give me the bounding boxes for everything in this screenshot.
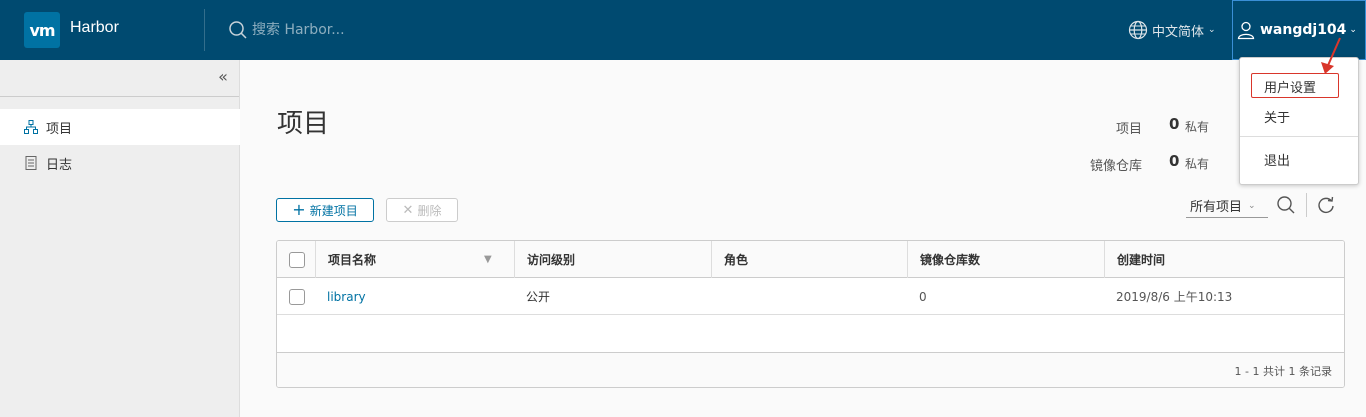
chevron-down-icon: ⌄: [1208, 25, 1216, 35]
sidebar: « 项目 日志: [0, 60, 240, 417]
chevron-down-icon: ⌄: [1349, 25, 1357, 35]
column-label: 创建时间: [1117, 253, 1166, 267]
page-title: 项目: [277, 109, 330, 139]
language-selector[interactable]: 中文简体 ⌄: [1128, 20, 1216, 40]
column-header-created[interactable]: 创建时间: [1104, 241, 1344, 278]
project-filter-value: 所有项目: [1190, 200, 1243, 215]
globe-icon: [1128, 20, 1148, 40]
summary-projects-count: 0: [1169, 115, 1180, 133]
summary-repos-label: 镜像仓库: [1089, 159, 1142, 174]
select-all-cell: [277, 241, 315, 278]
delete-button[interactable]: ✕ 删除: [386, 198, 458, 222]
menu-divider: [1240, 136, 1358, 137]
row-checkbox[interactable]: [289, 288, 305, 305]
app-header: vm Harbor 中文简体 ⌄ wangdj104 ⌄: [0, 0, 1366, 60]
refresh-icon[interactable]: [1316, 195, 1336, 215]
table-header: 项目名称 ▼ 访问级别 角色 镜像仓库数 创建时间: [277, 241, 1344, 278]
project-filter-select[interactable]: 所有项目 ⌄: [1186, 194, 1268, 218]
pagination-summary: 1 - 1 共计 1 条记录: [1234, 365, 1332, 378]
column-label: 镜像仓库数: [920, 253, 981, 267]
search-icon: [229, 21, 247, 39]
creation-time: 2019/8/6 上午10:13: [1116, 290, 1233, 304]
column-label: 访问级别: [527, 253, 576, 267]
column-label: 角色: [724, 253, 749, 267]
sidebar-item-label: 项目: [46, 121, 73, 137]
column-header-repo-count[interactable]: 镜像仓库数: [907, 241, 1104, 278]
summary-repos-count: 0: [1169, 152, 1180, 170]
plus-icon: +: [292, 200, 306, 219]
access-level: 公开: [526, 290, 551, 304]
sidebar-item-label: 日志: [46, 157, 73, 173]
new-project-button[interactable]: + 新建项目: [276, 198, 374, 222]
summary-projects-label: 项目: [1115, 122, 1142, 137]
brand-name[interactable]: Harbor: [70, 19, 119, 37]
projects-table: 项目名称 ▼ 访问级别 角色 镜像仓库数 创建时间 library 公开 0 2…: [276, 240, 1345, 388]
collapse-sidebar-icon[interactable]: «: [212, 66, 234, 88]
summary-repos-private: 私有: [1185, 157, 1210, 171]
chevron-down-icon: ⌄: [1248, 200, 1256, 211]
table-row: library 公开 0 2019/8/6 上午10:13: [277, 278, 1344, 315]
repo-count: 0: [919, 289, 927, 304]
global-search-input[interactable]: [252, 18, 552, 42]
row-select-cell: [277, 278, 315, 315]
project-name-link[interactable]: library: [315, 278, 366, 315]
close-icon: ✕: [402, 202, 414, 218]
search-icon[interactable]: [1276, 195, 1296, 215]
sidebar-item-projects[interactable]: 项目: [0, 109, 240, 145]
column-header-access[interactable]: 访问级别: [514, 241, 711, 278]
table-footer: 1 - 1 共计 1 条记录: [277, 352, 1344, 387]
annotation-arrow-icon: [1321, 37, 1341, 74]
menu-item-about[interactable]: 关于: [1240, 102, 1358, 130]
role: [711, 278, 723, 315]
toolbar-divider: [1306, 193, 1307, 217]
logs-icon: [25, 156, 37, 170]
menu-item-logout[interactable]: 退出: [1240, 145, 1358, 173]
column-label: 项目名称: [328, 253, 377, 267]
new-project-label: 新建项目: [309, 203, 358, 218]
projects-icon: [24, 120, 38, 134]
user-dropdown-menu: 用户设置 关于 退出: [1239, 57, 1359, 185]
user-icon: [1237, 21, 1255, 40]
summary-projects-private: 私有: [1185, 120, 1210, 134]
sidebar-item-logs[interactable]: 日志: [0, 145, 240, 181]
filter-icon[interactable]: ▼: [484, 254, 492, 265]
menu-item-user-settings[interactable]: 用户设置: [1240, 72, 1358, 100]
header-divider: [204, 9, 205, 51]
vmware-logo[interactable]: vm: [24, 12, 60, 48]
column-header-role[interactable]: 角色: [711, 241, 907, 278]
sidebar-divider: [0, 96, 239, 97]
language-label: 中文简体: [1152, 24, 1205, 40]
select-all-checkbox[interactable]: [289, 251, 305, 268]
delete-label: 删除: [417, 203, 442, 218]
